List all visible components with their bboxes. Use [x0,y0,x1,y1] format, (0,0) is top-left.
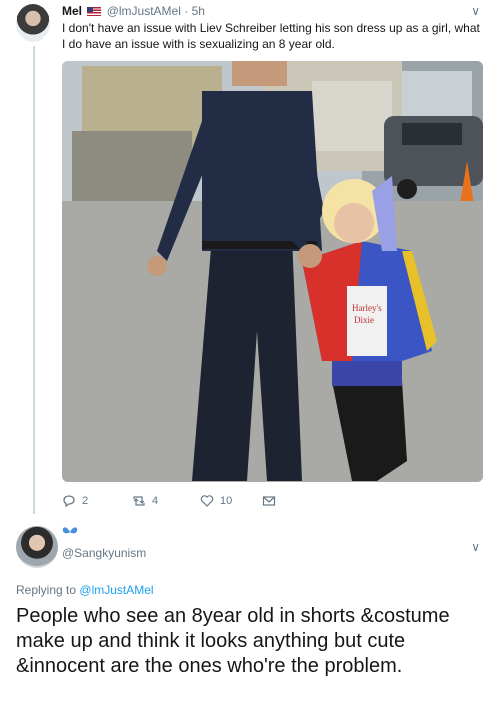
replying-to: Replying to @lmJustAMel [16,583,154,597]
reply-button[interactable]: 2 [62,494,88,508]
tweet1-text: I don't have an issue with Liev Schreibe… [62,21,480,51]
tweet1-header: Mel @lmJustAMel · 5h [62,4,480,19]
display-name[interactable]: Mel [62,4,82,18]
photo-sign2: Dixie [354,315,374,325]
avatar-sangkyunism[interactable] [16,526,58,568]
reply-count: 2 [82,495,89,507]
like-count: 10 [220,495,233,507]
tweet1-actions: 2 4 10 [62,494,322,512]
avatar-mel[interactable] [16,4,50,42]
us-flag-icon [87,7,102,16]
retweet-count: 4 [152,495,159,507]
chevron-down-icon[interactable]: ∨ [471,540,480,554]
photo-illustration: Harley's Dixie [62,61,483,482]
chevron-down-icon[interactable]: ∨ [471,4,480,18]
tweet2-text: People who see an 8year old in shorts &c… [16,605,450,677]
butterfly-icon [62,527,78,534]
tweet-photo[interactable]: Harley's Dixie [62,61,483,482]
tweet-time[interactable]: · 5h [184,4,205,18]
envelope-icon [262,496,276,506]
retweet-button[interactable]: 4 [132,494,158,508]
dm-button[interactable] [262,494,276,508]
replying-prefix: Replying to [16,583,77,597]
thread-line [33,46,35,514]
heart-icon [200,495,214,507]
reply-icon [63,495,75,508]
user-handle[interactable]: @lmJustAMel [107,4,181,18]
user-handle-2[interactable]: @Sangkyunism [62,546,146,560]
replying-to-link[interactable]: @lmJustAMel [79,583,153,597]
photo-sign1: Harley's [352,303,382,313]
like-button[interactable]: 10 [200,494,232,508]
retweet-icon [133,496,145,506]
